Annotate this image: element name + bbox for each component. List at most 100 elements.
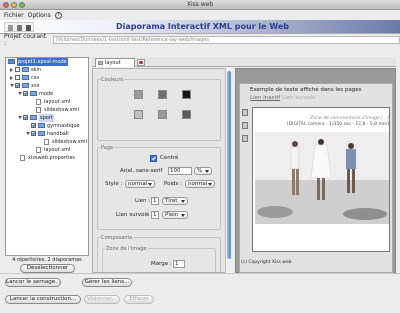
preview-heading: Exemple de texte affiché dans les pages bbox=[250, 87, 362, 93]
preview-exif-info: [DIGITAL camera - 1/350 sec - F2,8 - 5,8… bbox=[286, 122, 389, 127]
scrollbar-thumb[interactable] bbox=[227, 71, 231, 259]
project-bar: Projet courant : /Volumes/Donnees/1-test… bbox=[0, 33, 400, 47]
tab-bar: layout bbox=[92, 57, 396, 67]
layout-icon bbox=[98, 61, 103, 65]
disclosure-open-icon[interactable] bbox=[26, 132, 30, 135]
folder-icon bbox=[22, 83, 29, 88]
tree-row-root[interactable]: projet1-xpsol-mode bbox=[6, 58, 88, 66]
components-group: Composants Zone de l'image Marge : 1 bbox=[97, 235, 221, 272]
preview-links: Lien inactif Lien survolé bbox=[250, 95, 315, 101]
folder-icon bbox=[22, 67, 29, 72]
tree-row-css[interactable]: css bbox=[6, 74, 88, 82]
tree-label: xss bbox=[31, 83, 40, 89]
centered-checkbox[interactable] bbox=[150, 155, 157, 162]
weight-select[interactable]: normal bbox=[185, 180, 215, 188]
tree-row-properties[interactable]: xissweb.properties bbox=[6, 154, 88, 162]
tree-label: mode bbox=[39, 91, 54, 97]
centered-label: Centré bbox=[160, 155, 179, 161]
tree-row-layout-xml[interactable]: layout.xml bbox=[6, 98, 88, 106]
build-button[interactable]: Lancer la construction... bbox=[5, 295, 81, 304]
preview-thumbnail bbox=[242, 122, 248, 129]
hover-size-input[interactable]: 1 bbox=[151, 211, 159, 219]
page-group: Page Centré Arial, sans-serif 100 % Styl… bbox=[97, 145, 221, 230]
color-swatch[interactable] bbox=[134, 90, 143, 99]
color-swatch[interactable] bbox=[158, 90, 167, 99]
preview-thumbnail bbox=[242, 135, 248, 142]
project-icon bbox=[8, 59, 15, 64]
file-icon bbox=[36, 107, 41, 113]
tree-label: layout.xml bbox=[44, 147, 71, 153]
tree-row-skin[interactable]: skin bbox=[6, 66, 88, 74]
properties-scrollbar[interactable] bbox=[225, 68, 232, 273]
tree-label: slideshow.xml bbox=[44, 107, 79, 113]
app-window: Xiss web Fichier Options ? Diaporama Int… bbox=[0, 0, 400, 313]
disclosure-open-icon[interactable] bbox=[18, 116, 22, 119]
clear-button[interactable]: Effacer bbox=[124, 295, 154, 304]
preview-image-card: Zone de commentaire d'image (...) [DIGIT… bbox=[252, 107, 390, 252]
colors-group-title: Couleurs bbox=[100, 77, 125, 83]
color-swatch[interactable] bbox=[182, 90, 191, 99]
tree-checkbox[interactable] bbox=[23, 91, 28, 96]
tree-label: slideshow.xml bbox=[52, 139, 87, 145]
style-label: Style : bbox=[105, 181, 123, 187]
style-select[interactable]: normal bbox=[125, 180, 155, 188]
help-icon[interactable]: ? bbox=[54, 12, 62, 19]
disclosure-open-icon[interactable] bbox=[18, 92, 22, 95]
file-icon bbox=[44, 139, 49, 145]
menu-fichier[interactable]: Fichier bbox=[4, 12, 24, 19]
colors-group: Couleurs bbox=[97, 77, 221, 141]
tree-row-sport[interactable]: sport bbox=[6, 114, 88, 122]
launch-button[interactable]: Lancer le sernage... bbox=[5, 278, 61, 287]
tree-row-slideshow-xml[interactable]: slideshow.xml bbox=[6, 106, 88, 114]
xiss-logo bbox=[4, 22, 34, 32]
menu-options[interactable]: Options bbox=[28, 12, 51, 19]
disclosure-closed-icon[interactable] bbox=[10, 76, 13, 80]
font-name: Arial, sans-serif bbox=[120, 168, 163, 174]
link-size-input[interactable]: 1 bbox=[151, 197, 159, 205]
folder-icon bbox=[30, 91, 37, 96]
link-label: Lien : bbox=[135, 198, 151, 204]
preview-button[interactable]: Visionner... bbox=[84, 295, 120, 304]
disclosure-closed-icon[interactable] bbox=[10, 68, 13, 72]
link-style-select[interactable]: Tiret bbox=[162, 197, 188, 205]
disclosure-open-icon[interactable] bbox=[10, 84, 14, 87]
font-size-input[interactable]: 100 bbox=[168, 167, 192, 175]
project-path-field[interactable]: /Volumes/Donnees/1-test/xml-test/Referen… bbox=[52, 36, 400, 44]
tree-checkbox[interactable] bbox=[23, 115, 28, 120]
tree-row-xss[interactable]: xss bbox=[6, 82, 88, 90]
tab-layout[interactable]: layout bbox=[95, 58, 135, 67]
tree-row-sport-layout[interactable]: layout.xml bbox=[6, 146, 88, 154]
tree-label: sport bbox=[39, 114, 54, 122]
hover-style-select[interactable]: Plein bbox=[162, 211, 188, 219]
project-tree[interactable]: projet1-xpsol-mode skin css xss mode lay… bbox=[5, 57, 89, 256]
preview-link: Lien inactif bbox=[250, 95, 281, 101]
color-swatch[interactable] bbox=[158, 110, 167, 119]
tree-row-handball-slideshow[interactable]: slideshow.xml bbox=[6, 138, 88, 146]
tree-row-gymnastique[interactable]: gymnastique bbox=[6, 122, 88, 130]
tree-checkbox[interactable] bbox=[15, 83, 20, 88]
color-swatch[interactable] bbox=[134, 110, 143, 119]
hover-link-label: Lien survolé : bbox=[116, 212, 153, 218]
tree-checkbox[interactable] bbox=[31, 123, 36, 128]
tree-checkbox[interactable] bbox=[15, 67, 20, 72]
tree-checkbox[interactable] bbox=[31, 131, 36, 136]
banner-title: Diaporama Interactif XML pour le Web bbox=[116, 22, 290, 31]
tree-row-handball[interactable]: handball bbox=[6, 130, 88, 138]
deselect-button[interactable]: Désélectionner bbox=[20, 264, 75, 273]
font-unit-select[interactable]: % bbox=[194, 167, 212, 175]
manage-links-button[interactable]: Gérer les liens... bbox=[82, 278, 132, 287]
tree-checkbox[interactable] bbox=[15, 75, 20, 80]
tree-row-mode[interactable]: mode bbox=[6, 90, 88, 98]
runway-photo bbox=[255, 132, 389, 224]
margin-input[interactable]: 1 bbox=[173, 260, 185, 268]
tree-status: 4 répertoires, 2 diaporamas bbox=[12, 257, 82, 263]
properties-panel: Couleurs Page Centré Arial, sans-serif 1… bbox=[92, 68, 232, 273]
folder-icon bbox=[30, 115, 37, 120]
close-tab-icon[interactable] bbox=[137, 59, 145, 66]
divider bbox=[0, 273, 400, 274]
components-group-title: Composants bbox=[100, 235, 134, 241]
app-banner: Diaporama Interactif XML pour le Web bbox=[0, 20, 400, 34]
color-swatch[interactable] bbox=[182, 110, 191, 119]
preview-copyright: (c) Copyright Xiss web bbox=[241, 260, 292, 265]
folder-icon bbox=[38, 123, 45, 128]
